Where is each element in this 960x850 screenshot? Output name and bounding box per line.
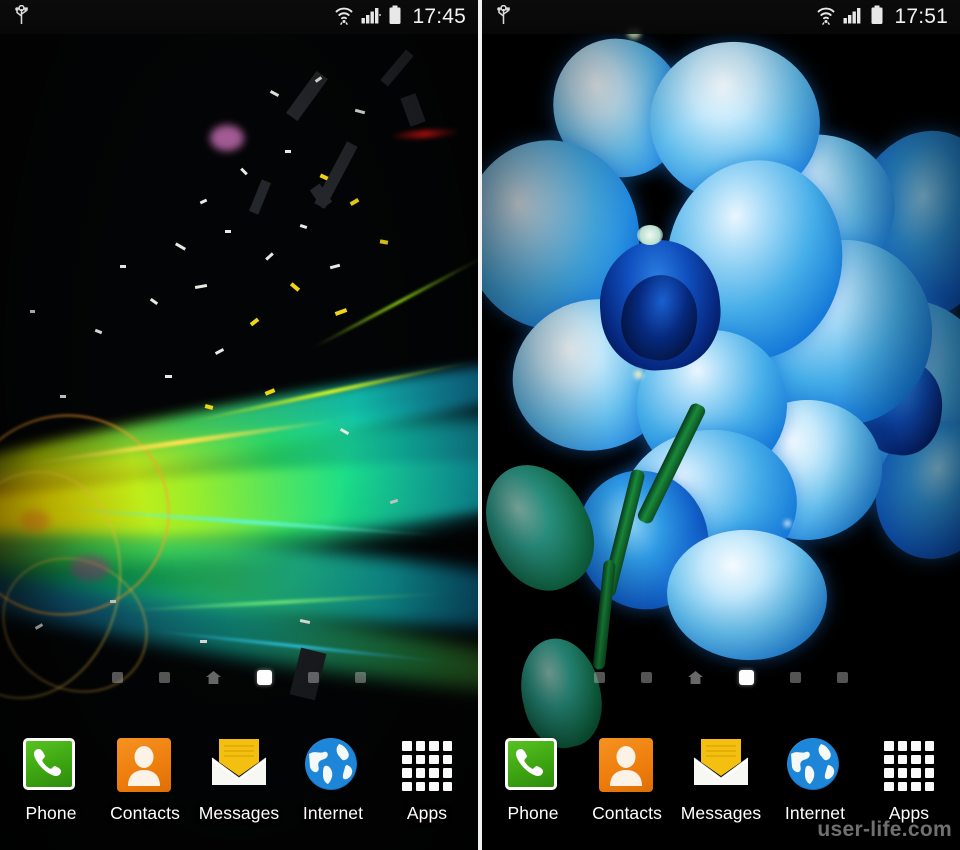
dock-item-internet[interactable]: Internet <box>289 738 377 824</box>
site-watermark: user-life.com <box>817 818 952 841</box>
usb-icon <box>14 4 29 30</box>
dock-item-apps[interactable]: Apps <box>865 738 953 824</box>
page-dot-1[interactable] <box>594 672 605 683</box>
apps-grid-icon <box>399 738 455 794</box>
dock-item-phone[interactable]: Phone <box>7 738 95 824</box>
dock-label-contacts: Contacts <box>592 803 662 823</box>
home-screen-right: 17:51 Phone Contacts Messages Internet A… <box>482 0 960 850</box>
dock-item-contacts[interactable]: Contacts <box>583 738 671 824</box>
wifi-icon <box>334 5 354 30</box>
contacts-icon <box>599 738 655 794</box>
page-dot-6[interactable] <box>837 672 848 683</box>
battery-icon <box>870 5 884 30</box>
usb-icon <box>496 4 511 30</box>
wallpaper-abstract-neon <box>0 0 478 850</box>
wallpaper-debris <box>0 0 478 850</box>
page-dot-home-icon[interactable] <box>206 671 221 684</box>
wifi-icon <box>816 5 836 30</box>
battery-icon <box>388 5 402 30</box>
page-indicator[interactable] <box>0 670 478 685</box>
status-bar: 17:45 <box>0 0 478 34</box>
dock-item-messages[interactable]: Messages <box>677 738 765 824</box>
dock-item-apps[interactable]: Apps <box>383 738 471 824</box>
internet-globe-icon <box>305 738 361 794</box>
home-screen-left: 17:45 Phone Contacts Messages Internet A… <box>0 0 478 850</box>
page-indicator[interactable] <box>482 670 960 685</box>
signal-bars-icon <box>843 6 863 29</box>
page-dot-1[interactable] <box>112 672 123 683</box>
dock-item-contacts[interactable]: Contacts <box>101 738 189 824</box>
internet-globe-icon <box>787 738 843 794</box>
dock-label-messages: Messages <box>198 803 280 823</box>
dock-label-contacts: Contacts <box>110 803 180 823</box>
dock-label-internet: Internet <box>302 803 364 823</box>
dock-item-messages[interactable]: Messages <box>195 738 283 824</box>
dock-label-apps: Apps <box>406 803 448 823</box>
status-clock: 17:45 <box>412 5 466 28</box>
phone-icon <box>505 738 561 794</box>
page-dot-5[interactable] <box>308 672 319 683</box>
messages-envelope-icon <box>211 738 267 794</box>
phone-icon <box>23 738 79 794</box>
dock-label-phone: Phone <box>507 803 559 823</box>
page-dot-5[interactable] <box>790 672 801 683</box>
dual-screenshot-root: 17:45 Phone Contacts Messages Internet A… <box>0 0 960 850</box>
messages-envelope-icon <box>693 738 749 794</box>
dock-label-phone: Phone <box>25 803 77 823</box>
contacts-icon <box>117 738 173 794</box>
page-dot-2[interactable] <box>159 672 170 683</box>
dock-item-phone[interactable]: Phone <box>489 738 577 824</box>
page-dot-active[interactable] <box>739 670 754 685</box>
status-clock: 17:51 <box>894 5 948 28</box>
apps-grid-icon <box>881 738 937 794</box>
page-dot-home-icon[interactable] <box>688 671 703 684</box>
page-dot-active[interactable] <box>257 670 272 685</box>
status-bar: 17:51 <box>482 0 960 34</box>
wallpaper-blue-orchid <box>482 0 960 850</box>
signal-bars-icon <box>361 6 382 29</box>
dock-label-messages: Messages <box>680 803 762 823</box>
page-dot-2[interactable] <box>641 672 652 683</box>
page-dot-6[interactable] <box>355 672 366 683</box>
dock: Phone Contacts Messages Internet Apps <box>0 732 478 850</box>
dock-item-internet[interactable]: Internet <box>771 738 859 824</box>
